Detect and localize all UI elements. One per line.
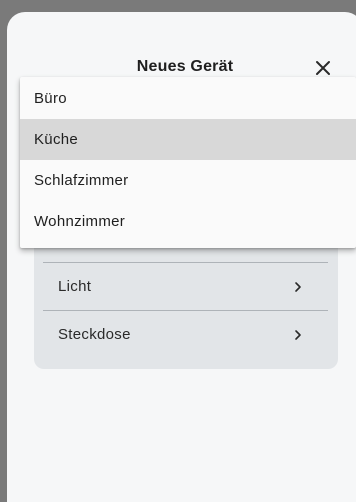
sheet-title: Neues Gerät [136,58,234,75]
device-type-label: Licht [58,278,92,295]
room-option-wohnzimmer[interactable]: Wohnzimmer [20,201,356,242]
room-option-kueche[interactable]: Küche [20,119,356,160]
room-option-buero[interactable]: Büro [20,78,356,119]
room-dropdown-menu: Büro Küche Schlafzimmer Wohnzimmer [20,77,356,248]
chevron-right-icon [290,327,306,343]
device-type-steckdose[interactable]: Steckdose [43,310,328,358]
chevron-right-icon [290,279,306,295]
device-type-licht[interactable]: Licht [43,262,328,310]
close-icon [316,61,330,75]
device-type-label: Steckdose [58,326,131,343]
room-option-schlafzimmer[interactable]: Schlafzimmer [20,160,356,201]
